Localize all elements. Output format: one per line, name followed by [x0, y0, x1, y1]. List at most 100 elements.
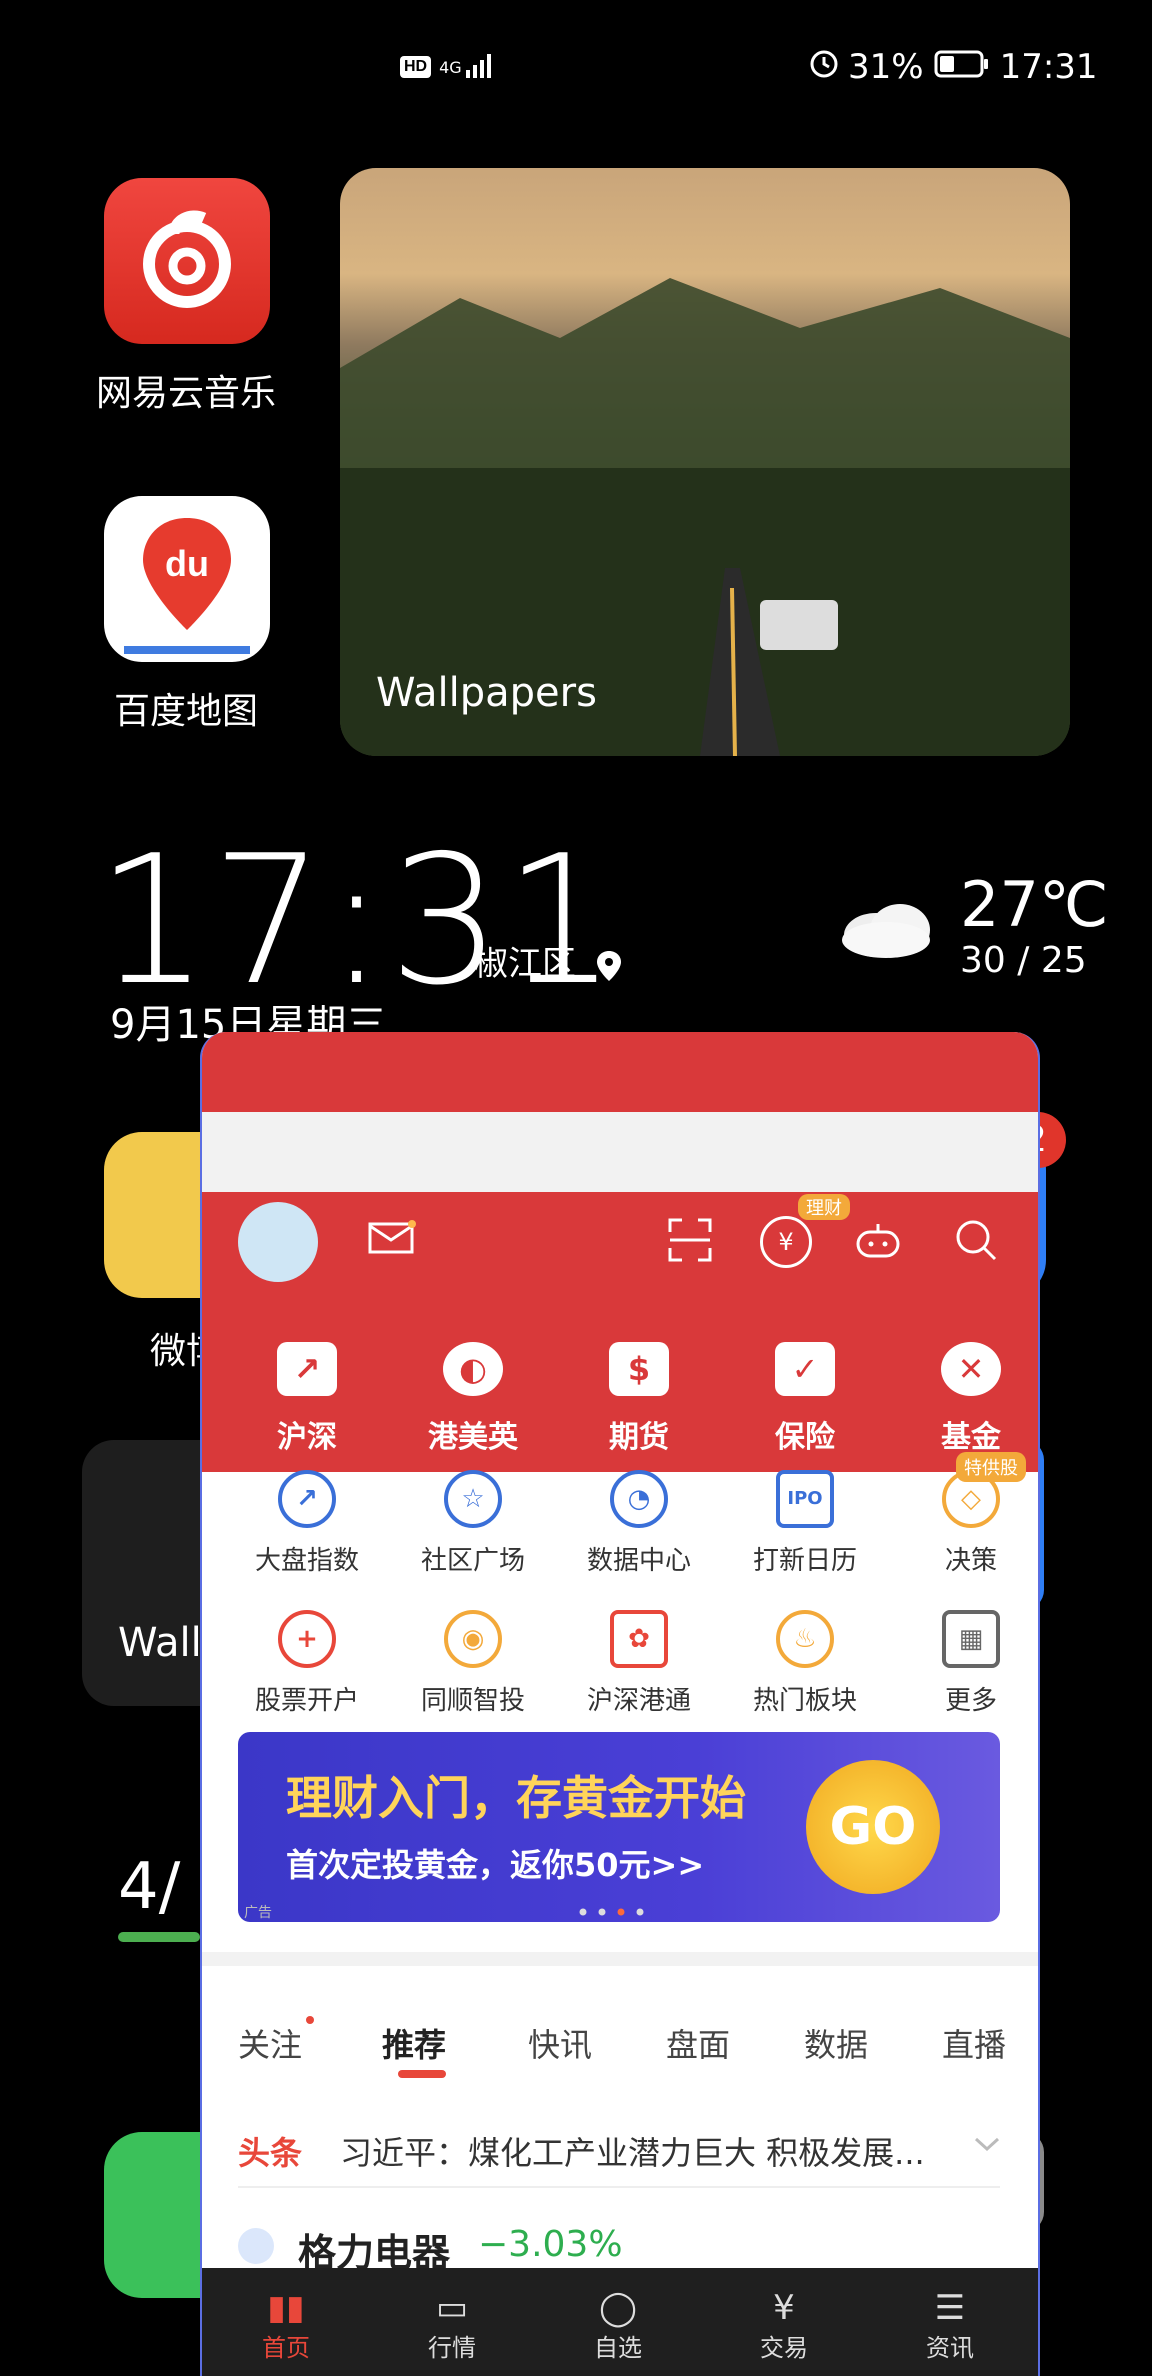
tab-follow[interactable]: 关注	[238, 2020, 302, 2066]
user-avatar[interactable]	[238, 1202, 318, 1282]
follow-dot	[306, 2016, 314, 2024]
landscape-image	[340, 278, 1070, 756]
grid-dapan-label: 大盘指数	[254, 1546, 359, 1576]
tab-live[interactable]: 直播	[942, 2020, 1006, 2066]
grid-decision[interactable]: ◇ 决策	[888, 1470, 1038, 1577]
status-left: HD 4G	[400, 42, 496, 92]
quotes-icon: ▭	[435, 2288, 469, 2328]
watchlist-icon: ◯	[598, 2288, 638, 2328]
grid-open-account-label: 股票开户	[254, 1686, 359, 1716]
special-badge: 特供股	[956, 1452, 1026, 1482]
network-label: 4G	[439, 57, 462, 77]
grid-dapan[interactable]: ↗ 大盘指数	[224, 1470, 390, 1577]
tab-recommend[interactable]: 推荐	[382, 2020, 446, 2066]
location-pin-icon	[587, 944, 623, 984]
grid-ipo[interactable]: IPO 打新日历	[722, 1470, 888, 1577]
wealth-icon[interactable]: ¥	[760, 1216, 812, 1268]
clock-location: 椒江区	[474, 936, 623, 985]
nav-home-label: 首页	[262, 2334, 310, 2362]
tab-market[interactable]: 盘面	[666, 2020, 730, 2066]
nav-fund[interactable]: ✕ 基金	[888, 1342, 1038, 1456]
headline-divider	[238, 2186, 1000, 2188]
nav-insurance[interactable]: ✓ 保险	[722, 1342, 888, 1456]
grid-open-account[interactable]: + 股票开户	[224, 1610, 390, 1717]
nav-fund-label: 基金	[941, 1420, 1001, 1455]
grid-community[interactable]: ☆ 社区广场	[390, 1470, 556, 1577]
grid-hk-connect[interactable]: ✿ 沪深港通	[556, 1610, 722, 1717]
pie-icon: ◔	[610, 1470, 668, 1528]
scan-icon[interactable]	[668, 1218, 712, 1266]
mail-icon[interactable]	[368, 1220, 416, 1260]
chevron-down-icon[interactable]	[972, 2134, 1002, 2158]
small-widget-label: Wall	[118, 1620, 202, 1666]
star-icon: ☆	[444, 1470, 502, 1528]
weibo-label: 微博	[150, 1331, 200, 1372]
grid-more-label: 更多	[944, 1686, 997, 1716]
nav-watchlist-label: 自选	[594, 2334, 642, 2362]
carousel-dots	[578, 1902, 648, 1921]
promo-banner[interactable]: 理财入门，存黄金开始 首次定投黄金，返你50元>> GO 广告	[238, 1732, 1000, 1922]
banner-title: 理财入门，存黄金开始	[286, 1771, 746, 1825]
nav-hushen[interactable]: ↗ 沪深	[224, 1342, 390, 1456]
fund-icon: ✕	[941, 1342, 1001, 1396]
grid-hot-sector[interactable]: ♨ 热门板块	[722, 1610, 888, 1717]
news-icon: ☰	[934, 2288, 966, 2328]
dollar-icon: $	[609, 1342, 669, 1396]
globe-icon: ◐	[443, 1342, 503, 1396]
nav-home[interactable]: ▮▮ 首页	[226, 2288, 346, 2363]
grid-community-label: 社区广场	[420, 1546, 525, 1576]
status-time: 17:31	[999, 47, 1098, 87]
baidu-map-label: 百度地图	[113, 691, 258, 732]
wallpapers-label: Wallpapers	[376, 670, 597, 716]
nav-trade[interactable]: ¥ 交易	[724, 2288, 844, 2363]
nav-quotes-label: 行情	[428, 2334, 476, 2362]
trend-icon: ↗	[278, 1470, 336, 1528]
stock-trend-icon	[238, 2228, 274, 2264]
netease-music-app-icon[interactable]	[104, 178, 270, 344]
weather-temp: 27℃	[960, 868, 1109, 941]
window-title-bar[interactable]	[202, 1032, 1038, 1112]
netease-music-label: 网易云音乐	[95, 373, 276, 414]
robot-icon[interactable]	[854, 1220, 902, 1264]
headline-text[interactable]: 习近平：煤化工产业潜力巨大 积极发展...	[340, 2128, 980, 2174]
grid-smart-invest-label: 同顺智投	[420, 1686, 525, 1716]
baidu-map-app-icon[interactable]: du	[104, 496, 270, 662]
grid-data-center[interactable]: ◔ 数据中心	[556, 1470, 722, 1577]
tab-flash[interactable]: 快讯	[528, 2020, 592, 2066]
grid-hk-connect-label: 沪深港通	[586, 1686, 691, 1716]
floating-app-window[interactable]: ¥ 理财 ↗ 沪深 ◐ 港美英 $ 期货 ✓ 保险 ✕ 基金 ↗ 大盘指数 ☆ …	[200, 1032, 1040, 2376]
battery-icon	[934, 47, 990, 87]
nav-futures-label: 期货	[609, 1420, 669, 1455]
hd-icon: HD	[400, 56, 432, 78]
stock-change: −3.03%	[478, 2224, 623, 2265]
nav-gangmeiying-label: 港美英	[428, 1420, 518, 1455]
grid-smart-invest[interactable]: ◉ 同顺智投	[390, 1610, 556, 1717]
shield-icon: ✓	[775, 1342, 835, 1396]
cloud-icon	[836, 890, 936, 964]
wallpapers-widget[interactable]: Wallpapers	[340, 168, 1070, 756]
go-button[interactable]: GO	[806, 1760, 940, 1894]
nav-quotes[interactable]: ▭ 行情	[392, 2288, 512, 2363]
nav-trade-label: 交易	[760, 2334, 808, 2362]
tab-data[interactable]: 数据	[804, 2020, 868, 2066]
nav-news[interactable]: ☰ 资讯	[890, 2288, 1010, 2363]
nav-hushen-label: 沪深	[277, 1420, 337, 1455]
headline-tag: 头条	[238, 2134, 303, 2172]
grid-data-center-label: 数据中心	[586, 1546, 691, 1576]
location-label: 椒江区	[474, 944, 576, 984]
nav-watchlist[interactable]: ◯ 自选	[558, 2288, 678, 2363]
svg-text:du: du	[165, 543, 209, 584]
nav-futures[interactable]: $ 期货	[556, 1342, 722, 1456]
flame-icon: ♨	[776, 1610, 834, 1668]
nav-gangmeiying[interactable]: ◐ 港美英	[390, 1342, 556, 1456]
search-icon[interactable]	[954, 1218, 998, 1266]
calendar-icon: IPO	[776, 1470, 834, 1528]
signal-icon	[465, 47, 496, 87]
chart-icon: ↗	[277, 1342, 337, 1396]
page-indicator: 4/	[118, 1850, 181, 1924]
grid-ipo-label: 打新日历	[752, 1546, 857, 1576]
grid-more[interactable]: ▦ 更多	[888, 1610, 1038, 1717]
yen-icon: ¥	[773, 2288, 795, 2328]
add-user-icon: +	[278, 1610, 336, 1668]
brain-icon: ◉	[444, 1610, 502, 1668]
